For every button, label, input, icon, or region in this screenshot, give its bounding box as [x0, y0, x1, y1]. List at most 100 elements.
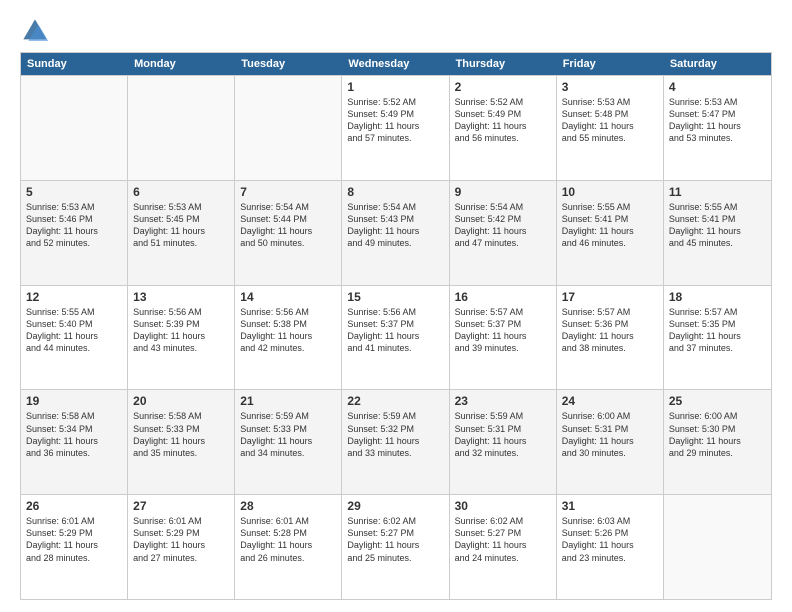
day-info: Sunrise: 5:55 AM Sunset: 5:41 PM Dayligh… [562, 201, 658, 250]
day-info: Sunrise: 5:56 AM Sunset: 5:37 PM Dayligh… [347, 306, 443, 355]
day-number: 23 [455, 394, 551, 408]
day-cell-16: 16 Sunrise: 5:57 AM Sunset: 5:37 PM Dayli… [450, 286, 557, 390]
header [20, 16, 772, 46]
day-cell-30: 30 Sunrise: 6:02 AM Sunset: 5:27 PM Dayli… [450, 495, 557, 599]
day-number: 31 [562, 499, 658, 513]
day-number: 6 [133, 185, 229, 199]
header-day-friday: Friday [557, 53, 664, 75]
calendar-body: 1 Sunrise: 5:52 AM Sunset: 5:49 PM Daylig… [21, 75, 771, 599]
day-number: 14 [240, 290, 336, 304]
day-number: 20 [133, 394, 229, 408]
day-number: 2 [455, 80, 551, 94]
day-info: Sunrise: 5:56 AM Sunset: 5:39 PM Dayligh… [133, 306, 229, 355]
day-cell-3: 3Sunrise: 5:53 AM Sunset: 5:48 PM Daylig… [557, 76, 664, 180]
day-cell-31: 31Sunrise: 6:03 AM Sunset: 5:26 PM Dayli… [557, 495, 664, 599]
day-cell-4: 4Sunrise: 5:53 AM Sunset: 5:47 PM Daylig… [664, 76, 771, 180]
calendar-row-1: 1 Sunrise: 5:52 AM Sunset: 5:49 PM Daylig… [21, 75, 771, 180]
day-number: 16 [455, 290, 551, 304]
day-cell-13: 13Sunrise: 5:56 AM Sunset: 5:39 PM Dayli… [128, 286, 235, 390]
empty-cell [128, 76, 235, 180]
day-number: 29 [347, 499, 443, 513]
day-cell-19: 19 Sunrise: 5:58 AM Sunset: 5:34 PM Dayli… [21, 390, 128, 494]
day-cell-28: 28Sunrise: 6:01 AM Sunset: 5:28 PM Dayli… [235, 495, 342, 599]
day-info: Sunrise: 5:59 AM Sunset: 5:31 PM Dayligh… [455, 410, 551, 459]
day-cell-6: 6 Sunrise: 5:53 AM Sunset: 5:45 PM Daylig… [128, 181, 235, 285]
day-number: 22 [347, 394, 443, 408]
day-number: 3 [562, 80, 658, 94]
calendar-row-5: 26 Sunrise: 6:01 AM Sunset: 5:29 PM Dayli… [21, 494, 771, 599]
day-number: 25 [669, 394, 766, 408]
day-cell-10: 10 Sunrise: 5:55 AM Sunset: 5:41 PM Dayli… [557, 181, 664, 285]
day-info: Sunrise: 5:53 AM Sunset: 5:47 PM Dayligh… [669, 96, 766, 145]
logo-icon [20, 16, 50, 46]
day-cell-21: 21 Sunrise: 5:59 AM Sunset: 5:33 PM Dayli… [235, 390, 342, 494]
day-cell-23: 23 Sunrise: 5:59 AM Sunset: 5:31 PM Dayli… [450, 390, 557, 494]
day-number: 1 [347, 80, 443, 94]
day-number: 26 [26, 499, 122, 513]
day-number: 10 [562, 185, 658, 199]
logo [20, 16, 56, 46]
day-info: Sunrise: 6:00 AM Sunset: 5:30 PM Dayligh… [669, 410, 766, 459]
day-cell-20: 20 Sunrise: 5:58 AM Sunset: 5:33 PM Dayli… [128, 390, 235, 494]
day-info: Sunrise: 5:55 AM Sunset: 5:41 PM Dayligh… [669, 201, 766, 250]
day-info: Sunrise: 6:01 AM Sunset: 5:28 PM Dayligh… [240, 515, 336, 564]
calendar-row-2: 5Sunrise: 5:53 AM Sunset: 5:46 PM Daylig… [21, 180, 771, 285]
header-day-sunday: Sunday [21, 53, 128, 75]
day-info: Sunrise: 6:01 AM Sunset: 5:29 PM Dayligh… [133, 515, 229, 564]
day-info: Sunrise: 5:57 AM Sunset: 5:36 PM Dayligh… [562, 306, 658, 355]
day-number: 27 [133, 499, 229, 513]
day-info: Sunrise: 5:58 AM Sunset: 5:33 PM Dayligh… [133, 410, 229, 459]
header-day-monday: Monday [128, 53, 235, 75]
day-cell-27: 27 Sunrise: 6:01 AM Sunset: 5:29 PM Dayli… [128, 495, 235, 599]
day-info: Sunrise: 5:59 AM Sunset: 5:33 PM Dayligh… [240, 410, 336, 459]
day-cell-22: 22Sunrise: 5:59 AM Sunset: 5:32 PM Dayli… [342, 390, 449, 494]
day-cell-9: 9Sunrise: 5:54 AM Sunset: 5:42 PM Daylig… [450, 181, 557, 285]
empty-cell [235, 76, 342, 180]
header-day-saturday: Saturday [664, 53, 771, 75]
day-cell-12: 12 Sunrise: 5:55 AM Sunset: 5:40 PM Dayli… [21, 286, 128, 390]
day-number: 18 [669, 290, 766, 304]
day-info: Sunrise: 6:01 AM Sunset: 5:29 PM Dayligh… [26, 515, 122, 564]
empty-cell [21, 76, 128, 180]
header-day-wednesday: Wednesday [342, 53, 449, 75]
day-cell-24: 24Sunrise: 6:00 AM Sunset: 5:31 PM Dayli… [557, 390, 664, 494]
day-cell-26: 26 Sunrise: 6:01 AM Sunset: 5:29 PM Dayli… [21, 495, 128, 599]
day-cell-15: 15Sunrise: 5:56 AM Sunset: 5:37 PM Dayli… [342, 286, 449, 390]
day-cell-14: 14 Sunrise: 5:56 AM Sunset: 5:38 PM Dayli… [235, 286, 342, 390]
day-info: Sunrise: 5:55 AM Sunset: 5:40 PM Dayligh… [26, 306, 122, 355]
day-info: Sunrise: 5:54 AM Sunset: 5:43 PM Dayligh… [347, 201, 443, 250]
header-day-thursday: Thursday [450, 53, 557, 75]
day-info: Sunrise: 5:53 AM Sunset: 5:46 PM Dayligh… [26, 201, 122, 250]
day-cell-11: 11Sunrise: 5:55 AM Sunset: 5:41 PM Dayli… [664, 181, 771, 285]
header-day-tuesday: Tuesday [235, 53, 342, 75]
day-cell-18: 18 Sunrise: 5:57 AM Sunset: 5:35 PM Dayli… [664, 286, 771, 390]
day-info: Sunrise: 5:58 AM Sunset: 5:34 PM Dayligh… [26, 410, 122, 459]
day-number: 9 [455, 185, 551, 199]
page: SundayMondayTuesdayWednesdayThursdayFrid… [0, 0, 792, 612]
day-number: 17 [562, 290, 658, 304]
day-cell-7: 7Sunrise: 5:54 AM Sunset: 5:44 PM Daylig… [235, 181, 342, 285]
calendar: SundayMondayTuesdayWednesdayThursdayFrid… [20, 52, 772, 600]
day-number: 8 [347, 185, 443, 199]
day-info: Sunrise: 6:02 AM Sunset: 5:27 PM Dayligh… [455, 515, 551, 564]
day-info: Sunrise: 5:52 AM Sunset: 5:49 PM Dayligh… [347, 96, 443, 145]
day-cell-8: 8 Sunrise: 5:54 AM Sunset: 5:43 PM Daylig… [342, 181, 449, 285]
day-cell-29: 29 Sunrise: 6:02 AM Sunset: 5:27 PM Dayli… [342, 495, 449, 599]
day-number: 19 [26, 394, 122, 408]
day-cell-5: 5Sunrise: 5:53 AM Sunset: 5:46 PM Daylig… [21, 181, 128, 285]
day-info: Sunrise: 6:00 AM Sunset: 5:31 PM Dayligh… [562, 410, 658, 459]
day-info: Sunrise: 5:57 AM Sunset: 5:35 PM Dayligh… [669, 306, 766, 355]
day-cell-25: 25 Sunrise: 6:00 AM Sunset: 5:30 PM Dayli… [664, 390, 771, 494]
day-cell-2: 2 Sunrise: 5:52 AM Sunset: 5:49 PM Daylig… [450, 76, 557, 180]
calendar-row-4: 19 Sunrise: 5:58 AM Sunset: 5:34 PM Dayli… [21, 389, 771, 494]
day-info: Sunrise: 5:52 AM Sunset: 5:49 PM Dayligh… [455, 96, 551, 145]
day-info: Sunrise: 5:56 AM Sunset: 5:38 PM Dayligh… [240, 306, 336, 355]
day-info: Sunrise: 5:53 AM Sunset: 5:45 PM Dayligh… [133, 201, 229, 250]
calendar-row-3: 12 Sunrise: 5:55 AM Sunset: 5:40 PM Dayli… [21, 285, 771, 390]
day-info: Sunrise: 5:57 AM Sunset: 5:37 PM Dayligh… [455, 306, 551, 355]
day-info: Sunrise: 6:02 AM Sunset: 5:27 PM Dayligh… [347, 515, 443, 564]
day-number: 30 [455, 499, 551, 513]
day-cell-1: 1 Sunrise: 5:52 AM Sunset: 5:49 PM Daylig… [342, 76, 449, 180]
day-number: 21 [240, 394, 336, 408]
day-number: 12 [26, 290, 122, 304]
